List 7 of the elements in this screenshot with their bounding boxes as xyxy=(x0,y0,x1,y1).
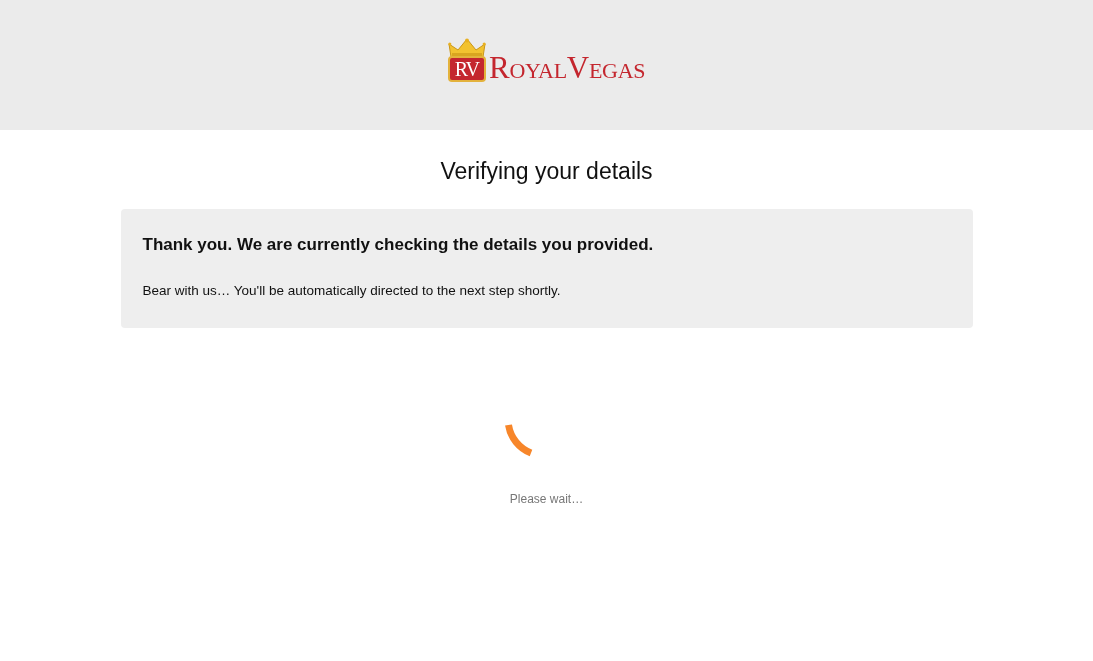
logo-wordmark: RoyalVegas xyxy=(489,54,646,82)
page-title: Verifying your details xyxy=(440,157,653,186)
logo-monogram: RV xyxy=(447,56,486,82)
notice-message: Bear with us… You'll be automatically directed to the next step shortly. xyxy=(142,282,562,300)
notice-heading: Thank you. We are currently checking the details you provided. xyxy=(142,234,655,256)
spinner-icon xyxy=(504,422,535,457)
loading-text: Please wait… xyxy=(509,491,584,507)
